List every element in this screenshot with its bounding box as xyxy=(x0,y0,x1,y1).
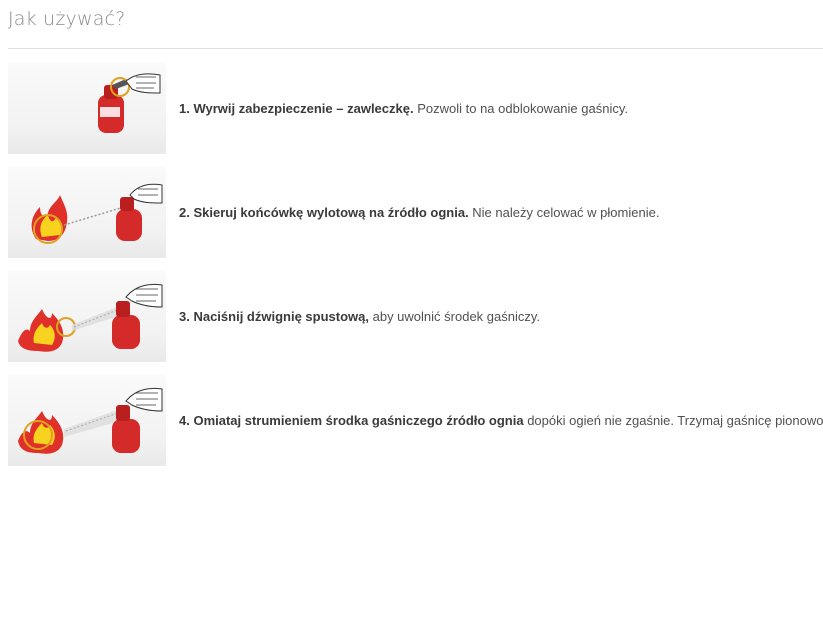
list-item: 1. Wyrwij zabezpieczenie – zawleczkę. Po… xyxy=(8,63,823,154)
list-item: 2. Skieruj końcówkę wylotową na źródło o… xyxy=(8,167,823,258)
step-bold: 1. Wyrwij zabezpieczenie – zawleczkę. xyxy=(179,101,414,116)
step-bold: 4. Omiataj strumieniem środka gaśniczego… xyxy=(179,413,524,428)
list-item: 4. Omiataj strumieniem środka gaśniczego… xyxy=(8,375,823,466)
page-title: Jak używać? xyxy=(8,8,126,30)
step-bold: 3. Naciśnij dźwignię spustową, xyxy=(179,309,369,324)
step-text: 1. Wyrwij zabezpieczenie – zawleczkę. Po… xyxy=(179,101,628,116)
page: Jak używać? 1. Wyrwij zabezpieczenie – z… xyxy=(0,0,823,639)
step-text: 3. Naciśnij dźwignię spustową, aby uwoln… xyxy=(179,309,540,324)
extinguisher-aim-icon xyxy=(8,167,166,258)
step-text: 2. Skieruj końcówkę wylotową na źródło o… xyxy=(179,205,659,220)
step-rest: Pozwoli to na odblokowanie gaśnicy. xyxy=(413,101,628,116)
steps-list: 1. Wyrwij zabezpieczenie – zawleczkę. Po… xyxy=(8,63,823,479)
step-text: 4. Omiataj strumieniem środka gaśniczego… xyxy=(179,413,823,428)
step-bold: 2. Skieruj końcówkę wylotową na źródło o… xyxy=(179,205,469,220)
extinguisher-squeeze-icon xyxy=(8,271,166,362)
extinguisher-pull-pin-icon xyxy=(8,63,166,154)
divider xyxy=(8,48,823,49)
step-rest: Nie należy celować w płomienie. xyxy=(468,205,660,220)
step-rest: dopóki ogień nie zgaśnie. Trzymaj gaśnic… xyxy=(523,413,823,428)
step-rest: aby uwolnić środek gaśniczy. xyxy=(369,309,541,324)
extinguisher-sweep-icon xyxy=(8,375,166,466)
list-item: 3. Naciśnij dźwignię spustową, aby uwoln… xyxy=(8,271,823,362)
